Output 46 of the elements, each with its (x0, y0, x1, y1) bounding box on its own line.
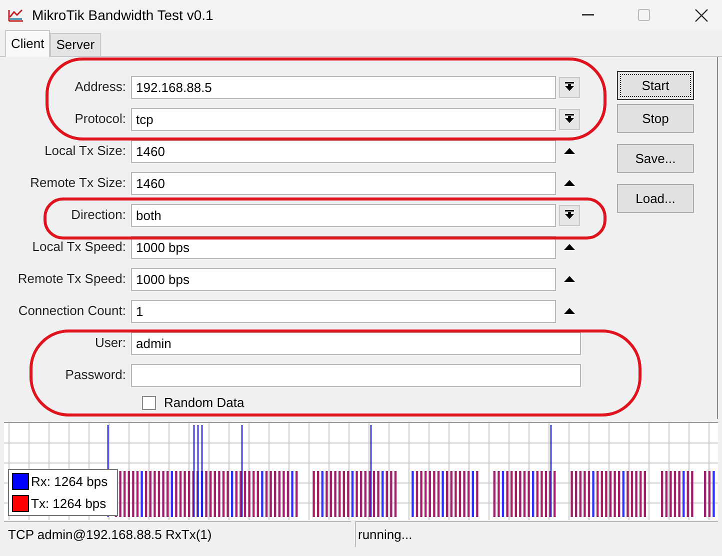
window-title: MikroTik Bandwidth Test v0.1 (32, 6, 214, 24)
up-triangle-icon (564, 148, 575, 154)
input-field[interactable]: 1460 (131, 172, 556, 194)
dropdown-button[interactable] (559, 76, 580, 98)
action-button[interactable]: Start (617, 71, 694, 100)
tab[interactable]: Client (5, 30, 50, 57)
dropdown-button[interactable] (559, 204, 580, 226)
input-field[interactable] (131, 364, 581, 386)
checkbox-label: Random Data (164, 394, 244, 412)
up-triangle-icon (564, 308, 575, 314)
up-triangle-icon (564, 276, 575, 282)
field-label: Password: (65, 366, 126, 384)
field-label: User: (94, 334, 126, 352)
input-field[interactable]: 1 (131, 300, 556, 322)
action-button[interactable]: Stop (617, 104, 694, 133)
app-icon (8, 8, 24, 22)
down-arrow-icon (565, 82, 574, 92)
legend-label: Tx: 1264 bps (31, 495, 106, 513)
field-label: Local Tx Speed: (32, 238, 126, 256)
action-button[interactable]: Load... (617, 184, 694, 213)
up-triangle-icon (564, 180, 575, 186)
down-arrow-icon (565, 114, 574, 124)
minimize-icon[interactable] (582, 14, 594, 16)
action-button[interactable]: Save... (617, 144, 694, 173)
checkbox[interactable] (142, 396, 156, 410)
input-field[interactable]: tcp (131, 108, 556, 130)
dropdown-button[interactable] (559, 108, 580, 130)
field-label: Local Tx Size: (44, 142, 126, 160)
field-label: Connection Count: (18, 302, 126, 320)
legend-label: Rx: 1264 bps (31, 472, 108, 491)
input-field[interactable]: admin (131, 332, 581, 354)
field-label: Remote Tx Speed: (18, 270, 126, 288)
input-field[interactable]: 1460 (131, 140, 556, 162)
field-label: Direction: (71, 206, 126, 224)
up-triangle-icon (564, 244, 575, 250)
field-label: Address: (74, 78, 126, 96)
status-pane: running... (355, 521, 718, 547)
field-label: Protocol: (74, 110, 126, 128)
input-field[interactable]: 192.168.88.5 (131, 76, 556, 98)
status-pane: TCP admin@192.168.88.5 RxTx(1) (4, 521, 351, 547)
field-label: Remote Tx Size: (30, 174, 126, 192)
input-field[interactable]: 1000 bps (131, 268, 556, 290)
close-icon[interactable] (695, 8, 708, 22)
down-arrow-icon (565, 210, 574, 220)
input-field[interactable]: both (131, 204, 556, 226)
tab[interactable]: Server (50, 33, 101, 56)
